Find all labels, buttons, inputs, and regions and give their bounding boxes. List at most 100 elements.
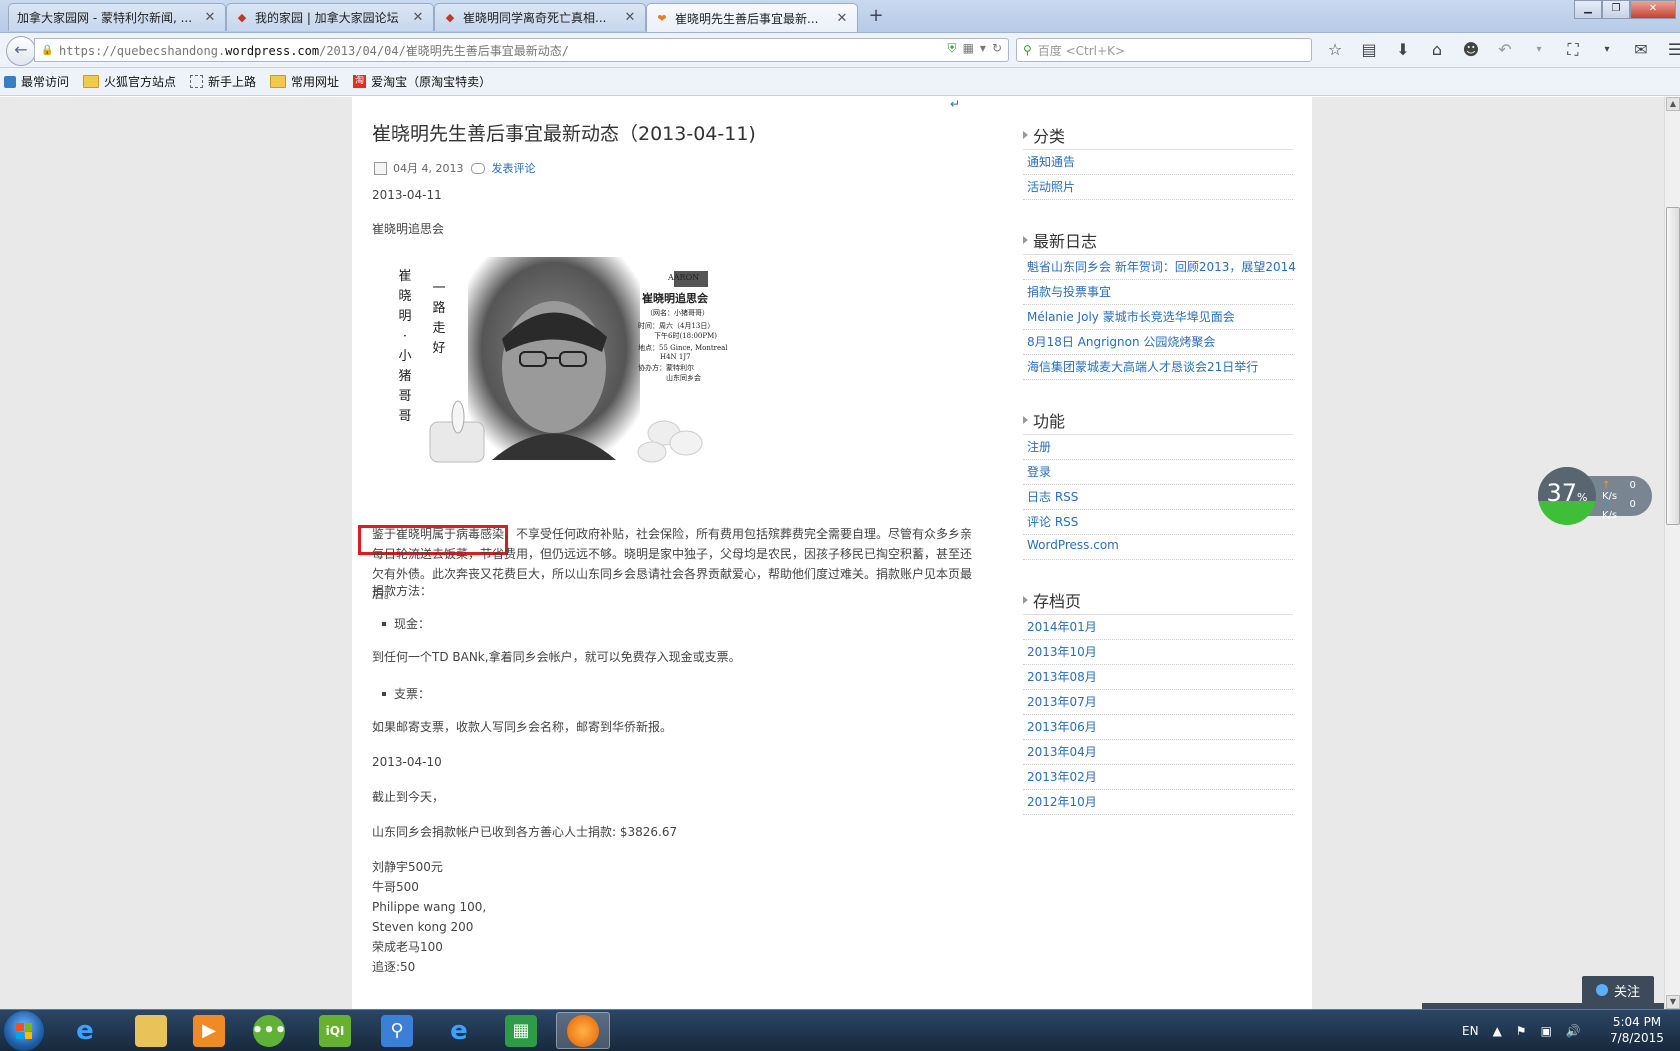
taskbar-file-explorer[interactable] bbox=[124, 1012, 178, 1049]
back-button[interactable]: ← bbox=[6, 36, 36, 66]
dropdown-arrow-icon[interactable]: ▾ bbox=[980, 41, 986, 56]
network-speed-widget[interactable]: 37% ↑ 0 K/s ↓ 0 K/s bbox=[1538, 467, 1654, 525]
menu-icon[interactable]: ☰ bbox=[1664, 39, 1680, 61]
bookmark-ai-taobao[interactable]: 淘爱淘宝（原淘宝特卖） bbox=[353, 73, 491, 90]
input-language[interactable]: EN bbox=[1462, 1024, 1479, 1038]
recent-post-link[interactable]: 海信集团蒙城麦大高端人才恳谈会21日举行 bbox=[1027, 358, 1258, 375]
recent-post-link[interactable]: 8月18日 Angrignon 公园烧烤聚会 bbox=[1027, 333, 1215, 350]
close-tab-icon[interactable]: ✕ bbox=[411, 10, 425, 25]
page-viewport: ↵ 崔晓明先生善后事宜最新动态（2013-04-11) 04月 4, 2013 … bbox=[0, 97, 1664, 1009]
reading-list-icon[interactable]: ▤ bbox=[1358, 39, 1380, 61]
tray-expand-icon[interactable]: ▲ bbox=[1493, 1024, 1502, 1038]
archive-link[interactable]: 2013年08月 bbox=[1027, 668, 1097, 685]
close-tab-icon[interactable]: ✕ bbox=[203, 10, 217, 25]
undo-icon[interactable]: ↶ bbox=[1494, 39, 1516, 61]
close-window-button[interactable]: ✕ bbox=[1630, 0, 1676, 19]
recent-post-link[interactable]: 魁省山东同乡会 新年贺词：回顾2013，展望2014 bbox=[1027, 258, 1296, 275]
recent-post-link[interactable]: Mélanie Joly 蒙城市长竞选华埠见面会 bbox=[1027, 308, 1235, 325]
archive-link[interactable]: 2013年10月 bbox=[1027, 643, 1097, 660]
tab-3[interactable]: ◆ 崔晓明同学离奇死亡真相... ✕ bbox=[434, 3, 646, 31]
bookmark-getting-started[interactable]: 新手上路 bbox=[190, 73, 256, 90]
arrow-icon bbox=[1023, 416, 1028, 424]
comment-icon[interactable]: ✉ bbox=[1630, 39, 1652, 61]
start-button[interactable] bbox=[4, 1011, 44, 1051]
system-clock[interactable]: 5:04 PM 7/8/2015 bbox=[1600, 1014, 1674, 1046]
tab-2[interactable]: ◆ 我的家园 | 加拿大家园论坛 ✕ bbox=[226, 3, 434, 31]
comments-rss-link[interactable]: 评论 RSS bbox=[1027, 513, 1078, 530]
login-link[interactable]: 登录 bbox=[1027, 463, 1051, 480]
wordpress-link[interactable]: WordPress.com bbox=[1027, 538, 1119, 552]
address-bar[interactable]: 🔒 https://quebecshandong.wordpress.com/2… bbox=[34, 38, 1009, 62]
widget-heading-archives: 存档页 bbox=[1023, 588, 1081, 612]
qr-code-icon[interactable]: ▦ bbox=[963, 41, 974, 56]
poster-address-1: 地点：55 Gince, Montreal bbox=[638, 344, 728, 352]
volume-icon[interactable]: 🔊 bbox=[1566, 1024, 1581, 1038]
poster-event-title: 崔晓明追思会 bbox=[642, 292, 708, 305]
chat-icon[interactable]: ☻ bbox=[1460, 39, 1482, 61]
taskbar-firefox[interactable] bbox=[556, 1012, 610, 1049]
tab-4-active[interactable]: ❤ 崔晓明先生善后事宜最新... ✕ bbox=[646, 3, 858, 32]
category-link[interactable]: 通知通告 bbox=[1027, 153, 1075, 170]
divider bbox=[1023, 639, 1293, 640]
search-bar[interactable]: ⚲ 百度 <Ctrl+K> bbox=[1016, 38, 1312, 62]
archive-link[interactable]: 2013年06月 bbox=[1027, 718, 1097, 735]
dropdown-arrow-icon[interactable]: ▾ bbox=[1528, 39, 1550, 61]
bookmark-common-sites[interactable]: 常用网址 bbox=[270, 73, 339, 90]
shield-icon[interactable]: ⛨ bbox=[948, 41, 957, 56]
navigation-toolbar: ← 🔒 https://quebecshandong.wordpress.com… bbox=[0, 33, 1680, 68]
archive-link[interactable]: 2013年02月 bbox=[1027, 768, 1097, 785]
home-icon[interactable]: ⌂ bbox=[1426, 39, 1448, 61]
action-center-flag-icon[interactable]: ⚑ bbox=[1516, 1024, 1527, 1038]
category-link[interactable]: 活动照片 bbox=[1027, 178, 1075, 195]
tab-1[interactable]: 加拿大家园网 - 蒙特利尔新闻, ... ✕ bbox=[8, 3, 226, 31]
bookmark-star-icon[interactable]: ☆ bbox=[1324, 39, 1346, 61]
follow-button[interactable]: 关注 bbox=[1582, 976, 1654, 1004]
network-icon[interactable]: ▣ bbox=[1541, 1024, 1552, 1038]
archive-link[interactable]: 2013年04月 bbox=[1027, 743, 1097, 760]
taskbar-internet-explorer[interactable]: e bbox=[58, 1012, 112, 1049]
taskbar-internet-explorer-2[interactable]: e bbox=[432, 1012, 486, 1049]
scroll-down-button[interactable]: ▼ bbox=[1666, 995, 1680, 1009]
scrollbar-thumb[interactable] bbox=[1666, 207, 1680, 525]
vertical-scrollbar[interactable]: ▲ ▼ bbox=[1664, 97, 1680, 1009]
memory-usage-circle: 37% bbox=[1538, 467, 1596, 525]
folder-icon bbox=[83, 75, 100, 88]
list-item-cheque: 支票： bbox=[382, 685, 430, 702]
scroll-up-button[interactable]: ▲ bbox=[1666, 97, 1680, 111]
download-icon[interactable]: ⬇ bbox=[1392, 39, 1414, 61]
taskbar-wechat[interactable]: ••• bbox=[242, 1012, 296, 1049]
divider bbox=[1023, 664, 1293, 665]
close-tab-icon[interactable]: ✕ bbox=[835, 11, 849, 26]
taskbar-search-app[interactable]: ⚲ bbox=[370, 1012, 424, 1049]
tab-title: 加拿大家园网 - 蒙特利尔新闻, ... bbox=[17, 11, 193, 25]
divider bbox=[1023, 149, 1293, 150]
dropdown-arrow-icon[interactable]: ▾ bbox=[1596, 39, 1618, 61]
new-tab-button[interactable]: + bbox=[864, 6, 888, 26]
archive-link[interactable]: 2012年10月 bbox=[1027, 793, 1097, 810]
spreadsheet-icon: ▦ bbox=[505, 1014, 537, 1047]
browser-toolbar-icons: ☆ ▤ ⬇ ⌂ ☻ ↶ ▾ ⛶ ▾ ✉ ☰ bbox=[1324, 39, 1680, 61]
taskbar-media-player[interactable]: ▶ bbox=[182, 1012, 236, 1049]
blog-content: ↵ 崔晓明先生善后事宜最新动态（2013-04-11) 04月 4, 2013 … bbox=[352, 97, 1312, 1009]
vertical-name-char: 晓 bbox=[398, 289, 412, 304]
memorial-poster-image[interactable]: 崔 晓 明 · 小 猪 哥 哥 一 路 走 好 AARON 崔晓明追思会 （网名… bbox=[398, 257, 738, 472]
reload-icon[interactable]: ↻ bbox=[992, 41, 1002, 56]
poster-address-2: H4N 1J7 bbox=[660, 353, 691, 361]
donor-entry: 追逐:50 bbox=[372, 960, 416, 974]
divider bbox=[1023, 559, 1293, 560]
restore-button[interactable]: ❐ bbox=[1602, 0, 1630, 19]
taskbar-spreadsheet[interactable]: ▦ bbox=[494, 1012, 548, 1049]
search-engine-icon[interactable]: ⚲ bbox=[1023, 43, 1032, 57]
taskbar-iqiyi[interactable]: iQI bbox=[308, 1012, 362, 1049]
comment-link[interactable]: 发表评论 bbox=[491, 160, 535, 176]
minimize-button[interactable]: ▁ bbox=[1574, 0, 1602, 19]
crop-icon[interactable]: ⛶ bbox=[1562, 39, 1584, 61]
register-link[interactable]: 注册 bbox=[1027, 438, 1051, 455]
posts-rss-link[interactable]: 日志 RSS bbox=[1027, 488, 1078, 505]
bookmark-most-visited[interactable]: 最常访问 bbox=[4, 73, 69, 90]
archive-link[interactable]: 2013年07月 bbox=[1027, 693, 1097, 710]
recent-post-link[interactable]: 捐款与投票事宜 bbox=[1027, 283, 1111, 300]
archive-link[interactable]: 2014年01月 bbox=[1027, 618, 1097, 635]
close-tab-icon[interactable]: ✕ bbox=[623, 10, 637, 25]
bookmark-firefox-site[interactable]: 火狐官方站点 bbox=[83, 73, 176, 90]
